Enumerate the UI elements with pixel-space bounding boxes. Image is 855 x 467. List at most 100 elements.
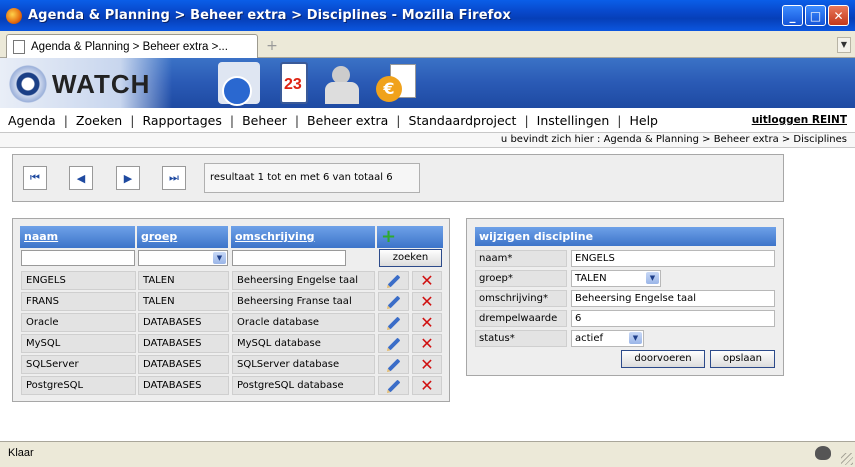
add-discipline-header: + [377,226,443,248]
delete-row-button[interactable]: ✕ [412,271,442,290]
last-page-icon: ⏭ [169,171,179,184]
tab-list-button[interactable]: ▼ [837,37,851,53]
delete-icon: ✕ [420,270,434,290]
pencil-icon [387,316,400,329]
pencil-icon [387,379,400,392]
menu-rapportages[interactable]: Rapportages [134,113,229,128]
delete-row-button[interactable]: ✕ [412,292,442,311]
edit-row-button[interactable] [378,334,409,353]
table-cell-omschrijving: Oracle database [232,313,375,332]
pencil-icon [387,337,400,350]
next-icon: ▶ [123,171,133,185]
calendar-icon[interactable]: 23 [280,62,308,104]
menu-zoeken[interactable]: Zoeken [68,113,130,128]
menu-agenda[interactable]: Agenda [0,113,64,128]
edit-row-button[interactable] [378,271,409,290]
edit-row-button[interactable] [378,376,409,395]
label-groep: groep* [475,270,567,287]
column-header-omschrijving[interactable]: omschrijving [231,226,375,248]
drempelwaarde-field[interactable]: 6 [571,310,775,327]
euro-invoice-icon[interactable]: € [376,62,416,104]
menu-help[interactable]: Help [621,113,666,128]
delete-icon: ✕ [420,333,434,353]
table-cell-naam: SQLServer [21,355,136,374]
planning-clock-icon[interactable] [218,62,260,106]
menu-standaardproject[interactable]: Standaardproject [401,113,525,128]
edit-row-button[interactable] [378,313,409,332]
pencil-icon [387,295,400,308]
chevron-down-icon: ▼ [629,332,642,344]
main-menu: Agenda | Zoeken | Rapportages | Beheer | Beh… [0,108,855,132]
people-icon[interactable] [322,62,362,104]
edit-row-button[interactable] [378,355,409,374]
watch-logo[interactable]: WATCH [8,64,150,104]
search-button[interactable]: zoeken [379,249,442,267]
result-info: resultaat 1 tot en met 6 van totaal 6 [204,163,420,193]
disciplines-table-panel: naam groep omschrijving + ▼ zoeken ENGEL… [12,218,450,402]
breadcrumb: u bevindt zich hier : Agenda & Planning … [0,132,855,148]
table-cell-naam: FRANS [21,292,136,311]
next-page-button[interactable]: ▶ [116,166,140,190]
menu-instellingen[interactable]: Instellingen [529,113,618,128]
status-bar: Klaar [0,441,855,467]
first-page-button[interactable]: ⏮ [23,166,47,190]
filter-naam-input[interactable] [21,250,135,266]
naam-field[interactable]: ENGELS [571,250,775,267]
label-status: status* [475,330,567,347]
delete-row-button[interactable]: ✕ [412,376,442,395]
add-icon[interactable]: + [381,226,396,247]
close-button[interactable]: ✕ [828,5,849,26]
chevron-down-icon: ▼ [213,252,226,264]
previous-icon: ◀ [76,171,86,185]
minimize-button[interactable]: _ [782,5,803,26]
browser-tab[interactable]: Agenda & Planning > Beheer extra >... [6,34,258,58]
filter-groep-select[interactable]: ▼ [138,250,228,266]
save-button[interactable]: opslaan [710,350,775,368]
euro-sign: € [376,76,402,102]
previous-page-button[interactable]: ◀ [69,166,93,190]
pencil-icon [387,274,400,287]
omschrijving-field[interactable]: Beheersing Engelse taal [571,290,775,307]
column-header-groep[interactable]: groep [137,226,228,248]
label-naam: naam* [475,250,567,267]
app-header: WATCH 23 € [0,58,855,108]
maximize-button[interactable]: □ [805,5,826,26]
delete-icon: ✕ [420,354,434,374]
last-page-button[interactable]: ⏭ [162,166,186,190]
bug-icon[interactable] [815,446,831,460]
resize-grip-icon[interactable] [841,453,853,465]
table-cell-groep: TALEN [138,292,229,311]
table-cell-groep: TALEN [138,271,229,290]
firefox-icon [6,7,22,24]
menu-beheer[interactable]: Beheer [234,113,295,128]
new-tab-button[interactable]: + [262,37,282,55]
groep-select[interactable]: TALEN ▼ [571,270,661,287]
tab-bar: Agenda & Planning > Beheer extra >... + … [0,31,855,58]
label-drempelwaarde: drempelwaarde [475,310,567,327]
table-cell-naam: Oracle [21,313,136,332]
delete-icon: ✕ [420,375,434,395]
filter-omschrijving-input[interactable] [232,250,346,266]
delete-icon: ✕ [420,291,434,311]
menu-beheer-extra[interactable]: Beheer extra [299,113,396,128]
delete-row-button[interactable]: ✕ [412,334,442,353]
calendar-day: 23 [284,76,302,93]
table-cell-omschrijving: SQLServer database [232,355,375,374]
logo-text: WATCH [52,68,151,99]
first-page-icon: ⏮ [30,171,40,184]
window-title: Agenda & Planning > Beheer extra > Disci… [28,8,511,23]
edit-row-button[interactable] [378,292,409,311]
table-cell-omschrijving: Beheersing Engelse taal [232,271,375,290]
page-content: WATCH 23 € Agenda | Zoeken | Rapportages | … [0,58,855,441]
table-cell-groep: DATABASES [138,376,229,395]
column-header-naam[interactable]: naam [20,226,135,248]
delete-row-button[interactable]: ✕ [412,355,442,374]
delete-row-button[interactable]: ✕ [412,313,442,332]
status-select[interactable]: actief ▼ [571,330,644,347]
logout-link[interactable]: uitloggen REINT [752,114,847,126]
apply-button[interactable]: doorvoeren [621,350,705,368]
chevron-down-icon: ▼ [646,272,659,284]
table-cell-naam: MySQL [21,334,136,353]
table-cell-naam: ENGELS [21,271,136,290]
edit-panel-title: wijzigen discipline [475,227,776,246]
